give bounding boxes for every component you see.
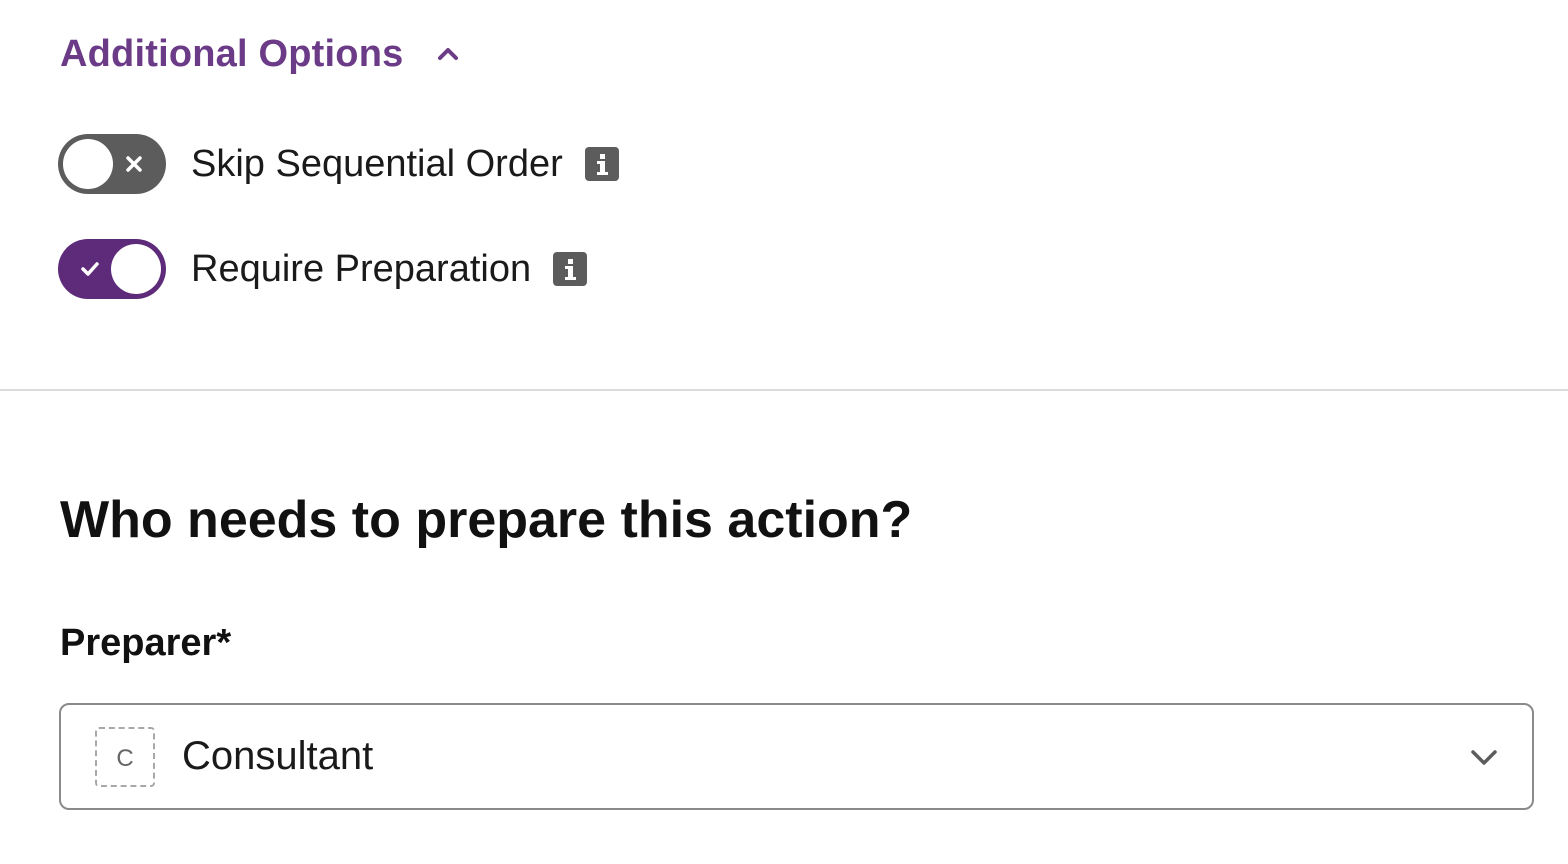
- skip-sequential-order-toggle[interactable]: [58, 134, 166, 194]
- chevron-down-icon[interactable]: [1468, 741, 1500, 773]
- info-icon[interactable]: [553, 252, 588, 286]
- require-preparation-toggle[interactable]: [58, 239, 166, 299]
- additional-options-header[interactable]: Additional Options: [60, 26, 463, 82]
- option-require-preparation: Require Preparation: [58, 238, 588, 300]
- info-icon[interactable]: [584, 147, 619, 181]
- toggle-knob: [111, 244, 161, 294]
- toggle-knob: [63, 139, 113, 189]
- preparer-selected-value: Consultant: [182, 734, 374, 778]
- avatar: C: [95, 726, 155, 787]
- option-skip-sequential-order: Skip Sequential Order: [58, 133, 619, 195]
- preparer-select[interactable]: C Consultant: [59, 703, 1534, 810]
- x-icon: [126, 156, 142, 172]
- check-icon: [81, 262, 99, 276]
- chevron-up-icon[interactable]: [433, 39, 463, 69]
- skip-sequential-order-label: Skip Sequential Order: [191, 142, 563, 185]
- require-preparation-label: Require Preparation: [191, 247, 532, 290]
- preparer-field-label: Preparer*: [60, 622, 232, 664]
- section-divider: [0, 389, 1568, 391]
- additional-options-title: Additional Options: [60, 32, 404, 75]
- preparer-question-heading: Who needs to prepare this action?: [60, 491, 913, 549]
